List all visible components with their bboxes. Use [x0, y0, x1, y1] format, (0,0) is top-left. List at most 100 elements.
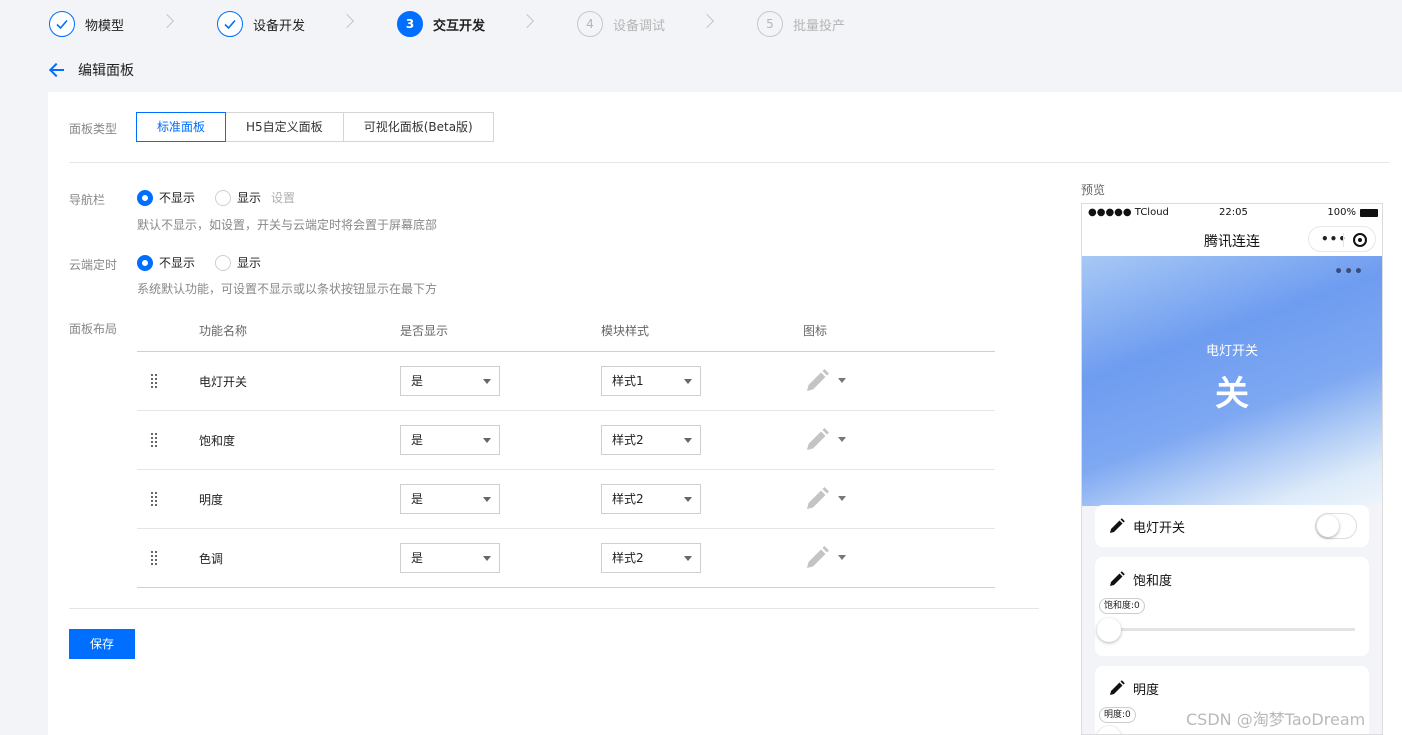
navbar-label: 导航栏: [69, 193, 106, 207]
feature-name: 色调: [199, 552, 224, 566]
style-select[interactable]: 样式1: [601, 366, 701, 396]
pencil-icon: [1110, 518, 1125, 533]
table-row-line: [137, 528, 995, 529]
radio-label: 显示: [237, 256, 262, 270]
card-title: 饱和度: [1133, 574, 1173, 589]
feature-name: 电灯开关: [199, 375, 248, 389]
show-select[interactable]: 是: [400, 543, 500, 573]
navbar-hint: 默认不显示，如设置，开关与云端定时将会置于屏幕底部: [137, 218, 438, 232]
close-target-icon[interactable]: [1353, 233, 1367, 247]
table-header-line: [137, 351, 995, 352]
step-4[interactable]: 4 设备调试: [577, 10, 665, 38]
column-header-style: 模块样式: [601, 324, 650, 338]
show-select[interactable]: 是: [400, 366, 500, 396]
radio-label: 不显示: [159, 256, 196, 270]
slider-track[interactable]: [1113, 628, 1355, 631]
cloud-timer-radio-group: 不显示 显示: [137, 254, 275, 271]
divider: [69, 608, 1039, 609]
capsule-divider: [1343, 233, 1344, 247]
style-select[interactable]: 样式2: [601, 484, 701, 514]
navbar-hide-radio[interactable]: [137, 189, 153, 206]
step-label: 设备开发: [253, 18, 306, 34]
navbar-show-radio[interactable]: [215, 189, 232, 206]
hero-feature-name: 电灯开关: [1205, 344, 1258, 359]
slider-handle[interactable]: [1097, 726, 1121, 734]
cloud-timer-label: 云端定时: [69, 258, 118, 272]
watermark: CSDN @淘梦TaoDream: [1186, 710, 1366, 729]
step-label: 物模型: [85, 18, 125, 34]
cloud-timer-hide-radio[interactable]: [137, 254, 153, 271]
clock-text: 22:05: [1219, 207, 1248, 218]
more-dots-icon[interactable]: •••: [1334, 264, 1364, 280]
check-icon: [49, 11, 75, 37]
chevron-down-icon[interactable]: [838, 378, 846, 383]
card-title: 明度: [1133, 683, 1160, 698]
cloud-timer-show-radio[interactable]: [215, 254, 232, 271]
table-row-line: [137, 469, 995, 470]
step-number: 4: [577, 11, 603, 37]
preview-label: 预览: [1081, 183, 1106, 197]
step-progress: 物模型 设备开发 3 交互开发 4 设备调试 5 批量投产: [0, 0, 1402, 48]
panel-type-standard[interactable]: 标准面板: [136, 112, 227, 142]
step-label: 批量投产: [793, 18, 846, 34]
drag-handle-icon[interactable]: [151, 551, 159, 565]
feature-name: 饱和度: [199, 434, 236, 448]
slider-handle[interactable]: [1097, 618, 1121, 642]
step-2[interactable]: 设备开发: [217, 10, 305, 38]
save-button[interactable]: 保存: [69, 629, 135, 659]
panel-type-selector: 标准面板 H5自定义面板 可视化面板(Beta版): [136, 112, 494, 142]
card-title: 电灯开关: [1133, 521, 1186, 536]
style-select[interactable]: 样式2: [601, 425, 701, 455]
show-select[interactable]: 是: [400, 425, 500, 455]
radio-label: 显示: [237, 191, 262, 205]
slider-value-tip: 饱和度:0: [1099, 598, 1145, 614]
battery-text: 100%: [1327, 207, 1356, 218]
hero-state[interactable]: 关: [1082, 366, 1382, 415]
drag-handle-icon[interactable]: [151, 374, 159, 388]
step-3[interactable]: 3 交互开发: [397, 10, 485, 38]
table-bottom-line: [137, 587, 995, 588]
column-header-name: 功能名称: [199, 324, 248, 338]
chevron-right-icon: [339, 13, 355, 29]
navbar-radio-group: 不显示 显示 设置: [137, 189, 295, 206]
cloud-timer-hint: 系统默认功能，可设置不显示或以条状按钮显示在最下方: [137, 282, 438, 296]
preview-card-switch: 电灯开关: [1095, 505, 1369, 547]
chevron-down-icon[interactable]: [838, 496, 846, 501]
slider-value-tip: 明度:0: [1099, 707, 1136, 723]
step-label: 设备调试: [613, 18, 666, 34]
pencil-icon[interactable]: [804, 545, 830, 571]
back-arrow-icon[interactable]: [48, 60, 66, 80]
step-number: 5: [757, 11, 783, 37]
mini-program-capsule[interactable]: •••: [1308, 226, 1376, 252]
step-number: 3: [397, 11, 423, 37]
style-select[interactable]: 样式2: [601, 543, 701, 573]
navbar-settings-link[interactable]: 设置: [271, 189, 295, 206]
step-1[interactable]: 物模型: [49, 10, 124, 38]
panel-type-h5[interactable]: H5自定义面板: [225, 112, 344, 142]
check-icon: [217, 11, 243, 37]
phone-preview: ●●●●● TCloud 22:05 100% 腾讯连连 ••• ••• 电灯开…: [1081, 203, 1383, 735]
pencil-icon[interactable]: [804, 427, 830, 453]
preview-card-saturation: 饱和度 饱和度:0: [1095, 557, 1369, 656]
show-select[interactable]: 是: [400, 484, 500, 514]
step-5[interactable]: 5 批量投产: [757, 10, 845, 38]
switch-toggle[interactable]: [1315, 513, 1357, 539]
drag-handle-icon[interactable]: [151, 433, 159, 447]
pencil-icon[interactable]: [804, 486, 830, 512]
hero-panel: ••• 电灯开关 关: [1082, 256, 1382, 506]
pencil-icon[interactable]: [804, 368, 830, 394]
phone-status-bar: ●●●●● TCloud 22:05 100%: [1082, 204, 1382, 222]
pencil-icon: [1110, 680, 1125, 695]
page-title: 编辑面板: [78, 63, 134, 79]
panel-type-visual[interactable]: 可视化面板(Beta版): [342, 112, 494, 142]
page-header: 编辑面板: [48, 60, 134, 80]
chevron-down-icon[interactable]: [838, 555, 846, 560]
chevron-down-icon[interactable]: [838, 437, 846, 442]
battery-icon: [1360, 209, 1378, 217]
column-header-icon: 图标: [803, 324, 828, 338]
chevron-right-icon: [519, 13, 535, 29]
feature-name: 明度: [199, 493, 224, 507]
drag-handle-icon[interactable]: [151, 492, 159, 506]
panel-type-label: 面板类型: [69, 122, 118, 136]
chevron-right-icon: [699, 13, 715, 29]
